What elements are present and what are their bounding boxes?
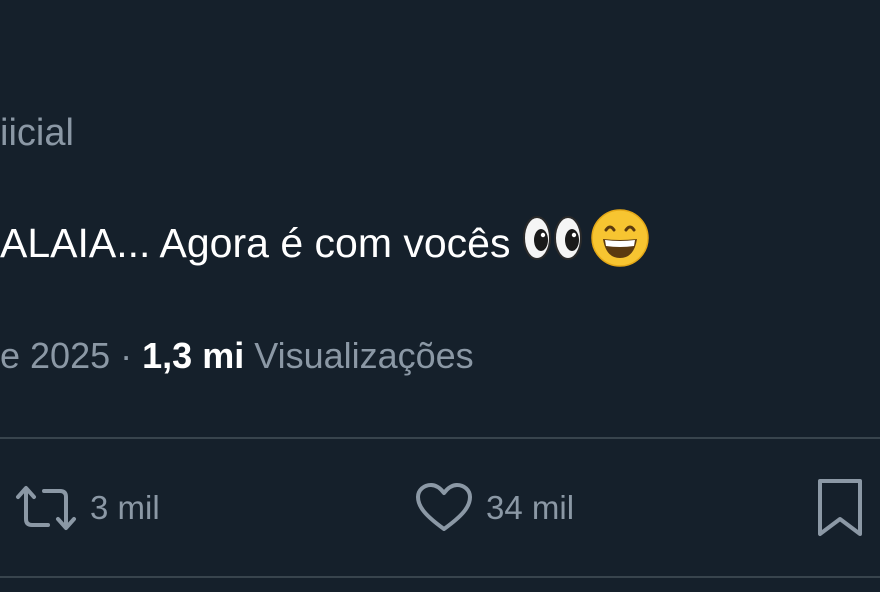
divider <box>0 437 880 439</box>
views-label: Visualizações <box>254 335 474 376</box>
retweet-button[interactable]: 3 mil <box>14 478 160 538</box>
bookmark-icon <box>814 478 866 538</box>
grinning-face-icon <box>590 208 650 278</box>
eyes-icon <box>522 215 584 271</box>
like-button[interactable]: 34 mil <box>414 478 574 538</box>
tweet-meta: e 2025 · 1,3 mi Visualizações <box>0 335 474 377</box>
views-count: 1,3 mi <box>142 335 245 376</box>
heart-icon <box>414 482 474 534</box>
bookmark-button[interactable] <box>814 478 866 538</box>
retweet-icon <box>14 483 78 533</box>
meta-separator: · <box>120 335 133 376</box>
like-count: 34 mil <box>486 489 575 526</box>
tweet-text: ALAIA... Agora é com vocês <box>0 209 650 271</box>
retweet-count: 3 mil <box>90 489 160 526</box>
tweet-text-content: ALAIA... Agora é com vocês <box>0 219 511 266</box>
author-handle[interactable]: iicial <box>0 112 74 155</box>
tweet-date[interactable]: e 2025 <box>0 335 110 376</box>
divider <box>0 576 880 578</box>
